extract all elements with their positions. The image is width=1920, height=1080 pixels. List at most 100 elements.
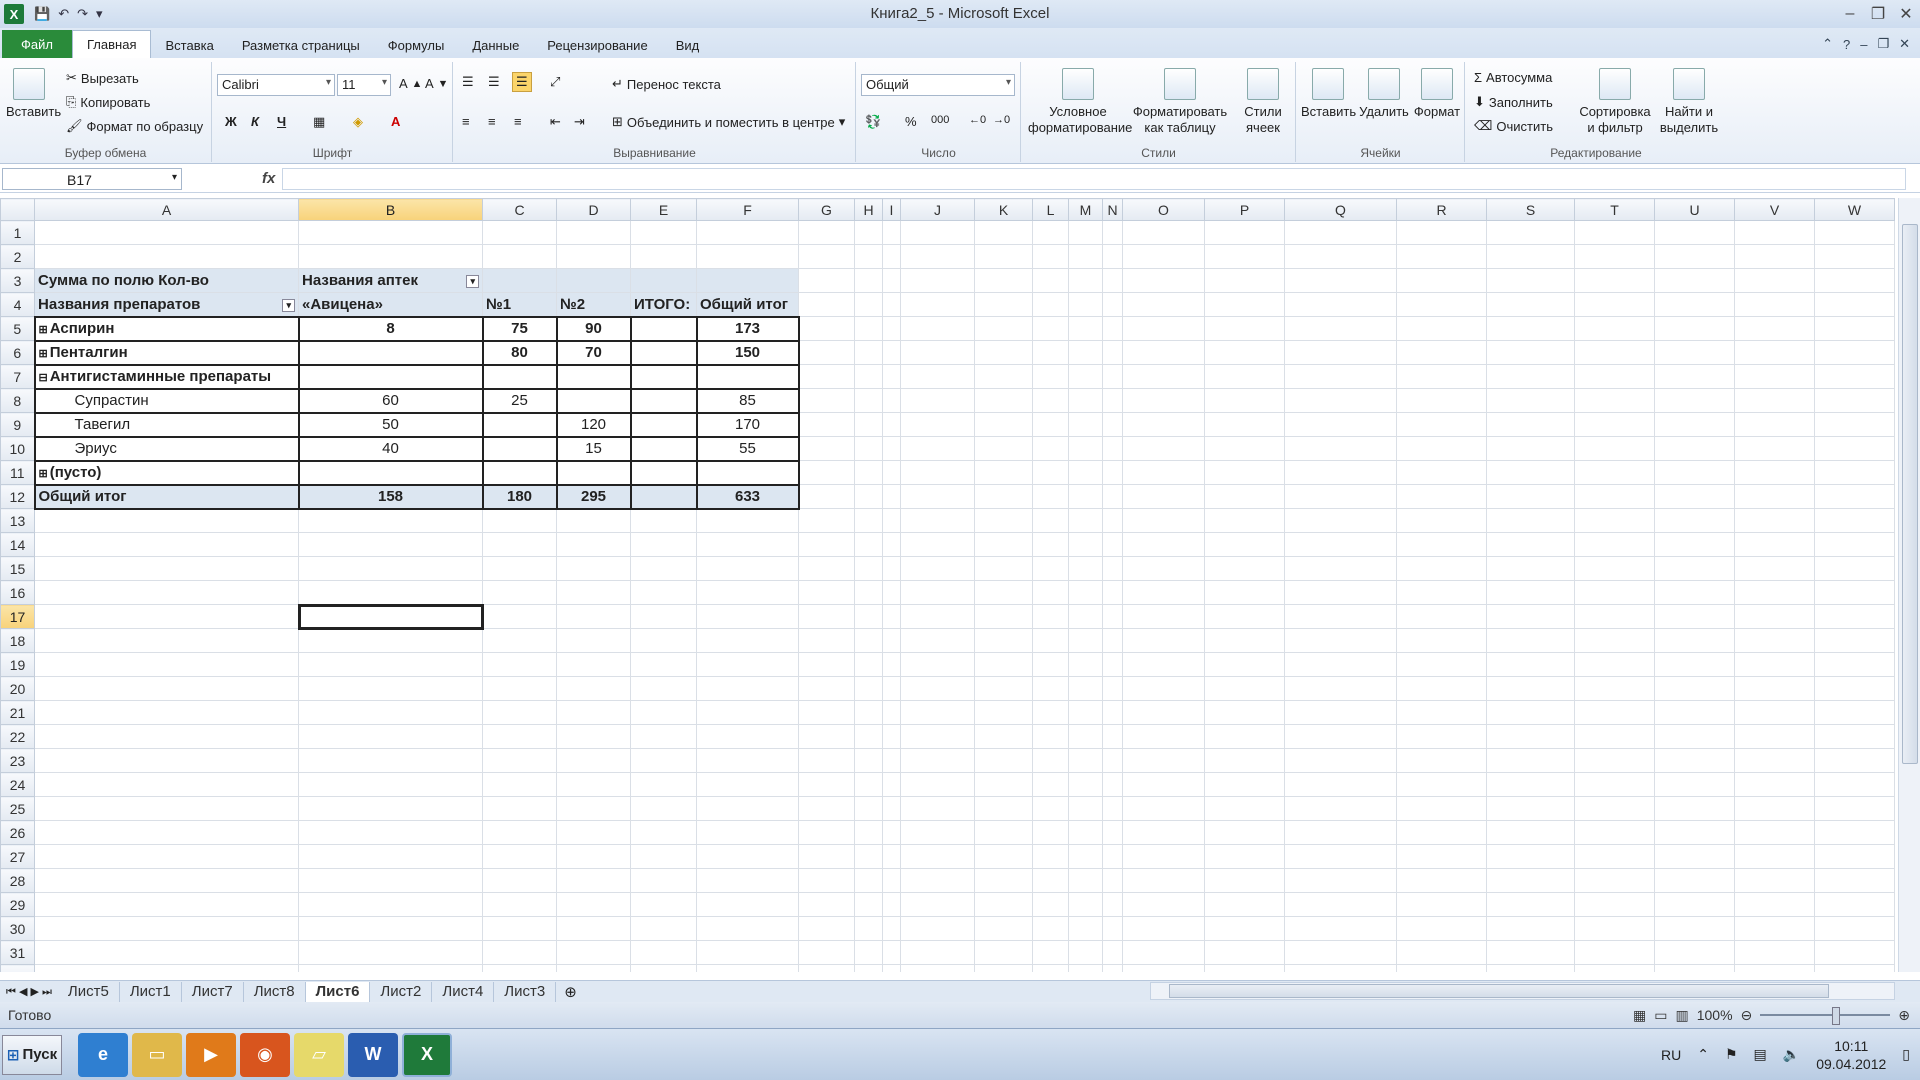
- cell[interactable]: [629, 411, 698, 438]
- row-header[interactable]: 31: [0, 940, 35, 965]
- excel-taskbar-icon[interactable]: X: [402, 1032, 452, 1077]
- cell[interactable]: [1284, 940, 1397, 965]
- cell[interactable]: [482, 772, 557, 797]
- cell[interactable]: [900, 724, 975, 749]
- cell[interactable]: [882, 772, 901, 797]
- cell[interactable]: [1032, 532, 1069, 557]
- cell[interactable]: [1102, 388, 1123, 413]
- cell[interactable]: [798, 244, 855, 269]
- cell[interactable]: [900, 364, 975, 389]
- cell[interactable]: [974, 964, 1033, 972]
- cell[interactable]: [1068, 796, 1103, 821]
- cell[interactable]: [854, 412, 883, 437]
- explorer-icon[interactable]: ▭: [132, 1032, 182, 1077]
- cell[interactable]: [34, 556, 299, 581]
- cell[interactable]: [854, 724, 883, 749]
- cell[interactable]: [854, 388, 883, 413]
- cell[interactable]: [482, 652, 557, 677]
- cell[interactable]: Общий итог: [696, 292, 799, 317]
- column-header[interactable]: V: [1734, 198, 1815, 221]
- sheet-tab[interactable]: Лист2: [370, 981, 433, 1002]
- expand-toggle-icon[interactable]: ⊞: [39, 324, 48, 336]
- cell[interactable]: [34, 796, 299, 821]
- cell[interactable]: [696, 940, 799, 965]
- cell[interactable]: [1574, 724, 1655, 749]
- cell[interactable]: [900, 796, 975, 821]
- cell[interactable]: [1486, 292, 1575, 317]
- row-header[interactable]: 16: [0, 580, 35, 605]
- cell[interactable]: [882, 316, 901, 341]
- cell[interactable]: [696, 868, 799, 893]
- cell[interactable]: [1284, 748, 1397, 773]
- cell[interactable]: Общий итог: [33, 483, 300, 510]
- cell[interactable]: [1574, 796, 1655, 821]
- cell[interactable]: [1122, 316, 1205, 341]
- column-header[interactable]: M: [1068, 198, 1103, 221]
- conditional-format-button[interactable]: Условное форматирование: [1028, 68, 1132, 136]
- cell[interactable]: 40: [297, 435, 484, 462]
- increase-decimal-icon[interactable]: ←0: [969, 114, 986, 126]
- cell[interactable]: [1486, 460, 1575, 485]
- cell[interactable]: 25: [481, 387, 558, 414]
- cell[interactable]: [854, 316, 883, 341]
- cell[interactable]: [696, 604, 799, 629]
- cell[interactable]: [1486, 652, 1575, 677]
- cell[interactable]: [1102, 268, 1123, 293]
- cell[interactable]: [696, 796, 799, 821]
- cell[interactable]: [1068, 724, 1103, 749]
- cell[interactable]: [1122, 916, 1205, 941]
- column-header[interactable]: G: [798, 198, 855, 221]
- cell[interactable]: [1122, 964, 1205, 972]
- cell[interactable]: [1032, 580, 1069, 605]
- cell[interactable]: [882, 580, 901, 605]
- cell[interactable]: [298, 964, 483, 972]
- fill-color-icon[interactable]: ◈: [353, 114, 363, 130]
- cell[interactable]: [974, 700, 1033, 725]
- cell[interactable]: [630, 652, 697, 677]
- cell[interactable]: [630, 940, 697, 965]
- cell[interactable]: [882, 532, 901, 557]
- cell[interactable]: [298, 892, 483, 917]
- restore-icon[interactable]: ❐: [1864, 4, 1892, 24]
- cell[interactable]: [556, 820, 631, 845]
- row-header[interactable]: 21: [0, 700, 35, 725]
- tab-data[interactable]: Данные: [458, 32, 533, 58]
- cell[interactable]: [1574, 508, 1655, 533]
- cell[interactable]: [1486, 892, 1575, 917]
- cell[interactable]: [629, 315, 698, 342]
- cell[interactable]: [1068, 244, 1103, 269]
- cell[interactable]: [1734, 868, 1815, 893]
- cell[interactable]: [900, 628, 975, 653]
- cell[interactable]: [1102, 940, 1123, 965]
- cell[interactable]: [1032, 388, 1069, 413]
- cell[interactable]: [1396, 460, 1487, 485]
- cell[interactable]: [34, 892, 299, 917]
- sheet-tab[interactable]: Лист3: [494, 981, 557, 1002]
- row-header[interactable]: 1: [0, 220, 35, 245]
- cell[interactable]: [1814, 484, 1895, 509]
- cut-button[interactable]: ✂ Вырезать: [66, 70, 139, 86]
- cell[interactable]: [1032, 676, 1069, 701]
- cell[interactable]: 60: [297, 387, 484, 414]
- cell[interactable]: [1734, 772, 1815, 797]
- cell[interactable]: [34, 628, 299, 653]
- cell[interactable]: [900, 844, 975, 869]
- cell[interactable]: [630, 532, 697, 557]
- cell[interactable]: [696, 580, 799, 605]
- cell[interactable]: [1734, 556, 1815, 581]
- cell[interactable]: [298, 724, 483, 749]
- cell[interactable]: [298, 820, 483, 845]
- row-header[interactable]: 11: [0, 460, 35, 485]
- row-header[interactable]: 15: [0, 556, 35, 581]
- cell[interactable]: [1654, 220, 1735, 245]
- format-cells-button[interactable]: Формат: [1411, 68, 1463, 120]
- cell[interactable]: [1284, 964, 1397, 972]
- cell[interactable]: [1122, 604, 1205, 629]
- cell[interactable]: [1486, 220, 1575, 245]
- cell[interactable]: [1204, 436, 1285, 461]
- cell[interactable]: [1204, 484, 1285, 509]
- cell[interactable]: [1486, 532, 1575, 557]
- minimize-icon[interactable]: –: [1836, 5, 1864, 23]
- cell[interactable]: [1654, 916, 1735, 941]
- cell[interactable]: [1122, 292, 1205, 317]
